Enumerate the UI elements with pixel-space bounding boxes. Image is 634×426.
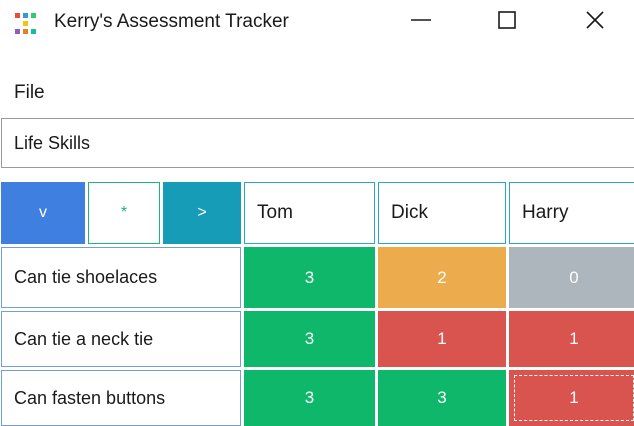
menu-file[interactable]: File	[14, 78, 45, 108]
score-cell-harry-neck-tie[interactable]: 1	[509, 311, 634, 367]
subject-value: Life Skills	[14, 133, 91, 153]
score-cell-dick-shoelaces[interactable]: 2	[378, 247, 506, 308]
add-button[interactable]: *	[88, 182, 160, 244]
subject-field[interactable]: Life Skills	[1, 118, 634, 168]
next-button[interactable]: >	[163, 182, 241, 244]
close-icon	[586, 11, 604, 29]
score-cell-dick-neck-tie[interactable]: 1	[378, 311, 506, 367]
score-cell-tom-shoelaces[interactable]: 3	[244, 247, 375, 308]
minimize-icon	[411, 19, 431, 21]
score-cell-harry-shoelaces[interactable]: 0	[509, 247, 634, 308]
skill-label-shoelaces[interactable]: Can tie shoelaces	[1, 247, 241, 308]
close-button[interactable]	[560, 0, 630, 40]
score-cell-dick-buttons[interactable]: 3	[378, 370, 506, 426]
window-title: Kerry's Assessment Tracker	[54, 11, 289, 32]
student-header-harry[interactable]: Harry	[509, 182, 634, 244]
student-header-dick[interactable]: Dick	[378, 182, 506, 244]
app-icon	[15, 13, 36, 34]
minimize-button[interactable]	[386, 0, 456, 40]
score-cell-tom-neck-tie[interactable]: 3	[244, 311, 375, 367]
maximize-icon	[498, 11, 516, 29]
title-bar: Kerry's Assessment Tracker	[0, 0, 634, 40]
student-header-tom[interactable]: Tom	[244, 182, 375, 244]
skill-label-neck-tie[interactable]: Can tie a neck tie	[1, 311, 241, 367]
score-cell-harry-buttons[interactable]: 1	[509, 370, 634, 426]
score-cell-tom-buttons[interactable]: 3	[244, 370, 375, 426]
skill-label-buttons[interactable]: Can fasten buttons	[1, 370, 241, 426]
maximize-button[interactable]	[472, 0, 542, 40]
collapse-button[interactable]: v	[1, 182, 85, 244]
